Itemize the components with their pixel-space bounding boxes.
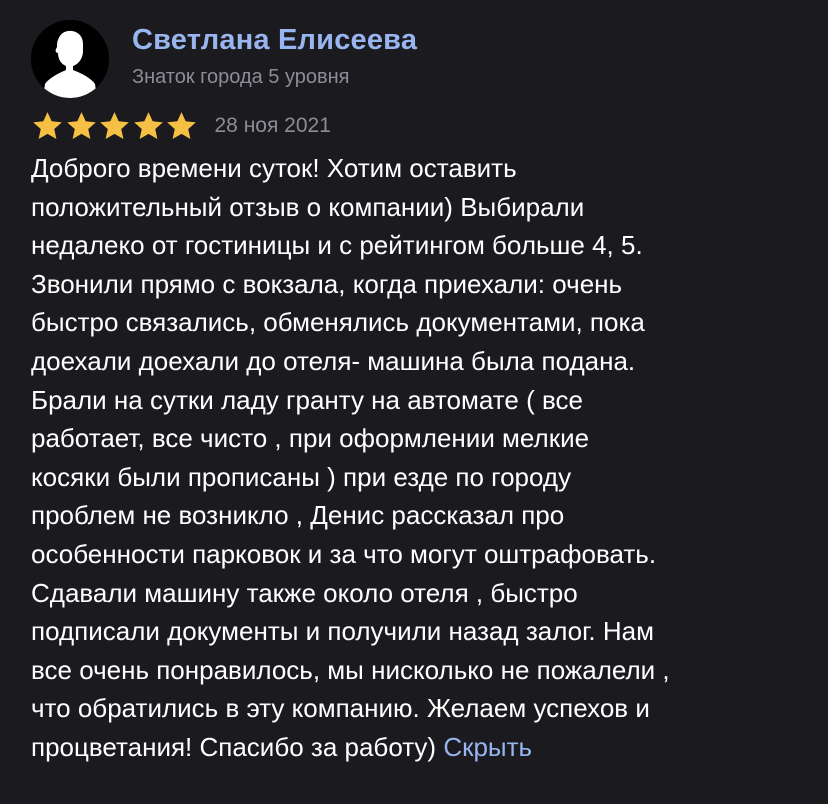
review-text-line: особенности парковок и за что могут оштр… <box>31 535 821 574</box>
review-text-line-content: косяки были прописаны ) при езде по горо… <box>31 461 572 492</box>
review-text-line-content: Звонили прямо с вокзала, когда приехали:… <box>31 268 623 299</box>
review-text-line: недалеко от гостиницы и с рейтингом боль… <box>31 226 821 265</box>
author-name[interactable]: Светлана Елисеева <box>132 24 417 57</box>
star-icon <box>132 111 165 142</box>
author-level: Знаток города 5 уровня <box>132 66 350 88</box>
review-text-line-content: недалеко от гостиницы и с рейтингом боль… <box>31 230 643 261</box>
review-text-line: Брали на сутки ладу гранту на автомате (… <box>31 381 821 420</box>
user-silhouette-icon <box>31 20 109 98</box>
review-text-line: процветания! Спасибо за работу) Скрыть <box>31 728 821 767</box>
star-icon <box>98 111 131 142</box>
review-text-line-content: Сдавали машину также около отеля , быстр… <box>31 577 578 608</box>
review-text-line: проблем не возникло , Денис рассказал пр… <box>31 496 821 535</box>
review-card: Светлана Елисеева Знаток города 5 уровня… <box>0 0 828 804</box>
review-text-line: доехали доехали до отеля- машина была по… <box>31 342 821 381</box>
review-text-line: Доброго времени суток! Хотим оставить <box>31 149 821 188</box>
review-text-line: все очень понравилось, мы нисколько не п… <box>31 651 821 690</box>
review-text-line-content: процветания! Спасибо за работу) <box>31 731 437 762</box>
review-text-line-content: быстро связались, обменялись документами… <box>31 307 645 338</box>
review-text-line: Звонили прямо с вокзала, когда приехали:… <box>31 265 821 304</box>
review-text-line: положительный отзыв о компании) Выбирали <box>31 188 821 227</box>
review-text-line-content: Брали на сутки ладу гранту на автомате (… <box>31 384 583 415</box>
review-text-line-content: все очень понравилось, мы нисколько не п… <box>31 654 670 685</box>
star-icon <box>65 111 98 142</box>
review-text-line-content: проблем не возникло , Денис рассказал пр… <box>31 500 565 531</box>
review-text-line-content: доехали доехали до отеля- машина была по… <box>31 345 636 376</box>
rating-row: 28 ноя 2021 <box>31 111 331 141</box>
review-text-line: что обратились в эту компанию. Желаем ус… <box>31 689 821 728</box>
star-icon <box>31 111 64 142</box>
review-text-line-content: положительный отзыв о компании) Выбирали <box>31 191 585 222</box>
avatar[interactable] <box>31 20 109 98</box>
review-text-line-content: особенности парковок и за что могут оштр… <box>31 538 657 569</box>
review-text-line: косяки были прописаны ) при езде по горо… <box>31 458 821 497</box>
review-text-line-content: подписали документы и получили назад зал… <box>31 616 654 647</box>
star-icon <box>165 111 198 142</box>
hide-review-link[interactable]: Скрыть <box>443 732 532 762</box>
review-date: 28 ноя 2021 <box>214 114 331 137</box>
review-text-line: работает, все чисто , при оформлении мел… <box>31 419 821 458</box>
review-text-line: быстро связались, обменялись документами… <box>31 303 821 342</box>
review-text-line: подписали документы и получили назад зал… <box>31 612 821 651</box>
review-text-line-content: что обратились в эту компанию. Желаем ус… <box>31 693 650 724</box>
review-text-line-content: работает, все чисто , при оформлении мел… <box>31 423 590 454</box>
review-text-line-content: Доброго времени суток! Хотим оставить <box>31 153 517 183</box>
review-text: Доброго времени суток! Хотим оставить пол… <box>31 149 821 767</box>
star-rating <box>31 111 199 142</box>
review-text-line: Сдавали машину также около отеля , быстр… <box>31 574 821 613</box>
